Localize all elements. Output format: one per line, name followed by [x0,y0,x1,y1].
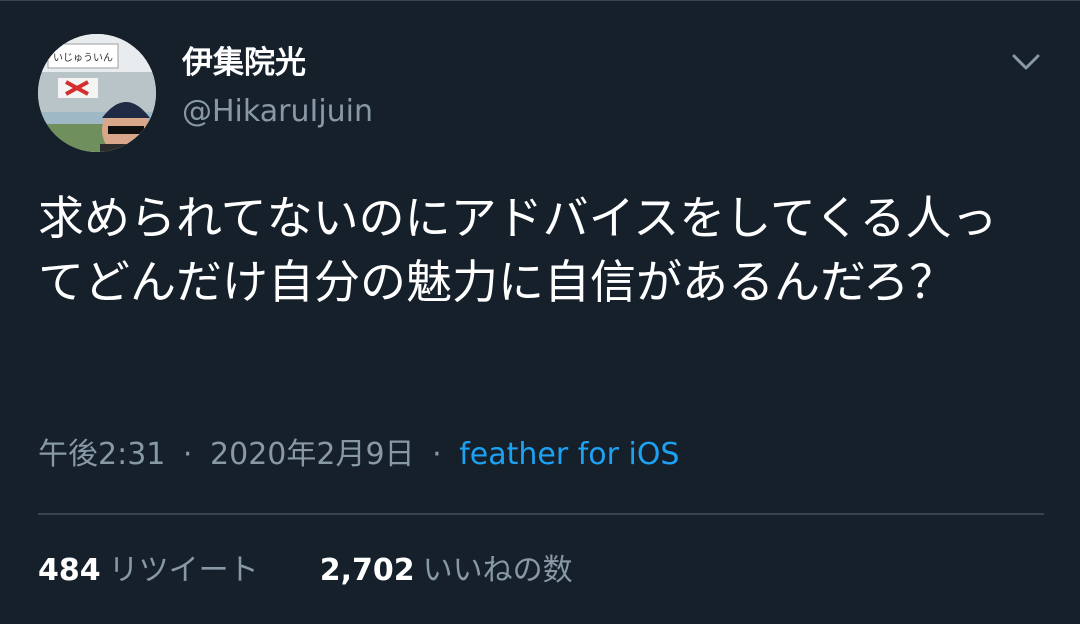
top-divider [0,0,1080,1]
avatar-sign-text: いじゅういん [53,52,113,64]
likes-stat[interactable]: 2,702 いいねの数 [320,553,573,588]
retweets-stat[interactable]: 484 リツイート [38,553,268,588]
meta-separator: · [182,437,193,472]
tweet-source-link[interactable]: feather for iOS [459,437,679,472]
user-handle[interactable]: @HikaruIjuin [182,90,373,134]
tweet-text: 求められてないのにアドバイスをしてくる人ってどんだけ自分の魅力に自信があるんだろ… [38,191,998,309]
tweet-time: 午後2:31 [38,437,166,472]
tweet-stats: 484 リツイート 2,702 いいねの数 [38,548,573,594]
chevron-down-icon [1012,54,1040,70]
stats-divider [38,513,1044,515]
tweet-date: 2020年2月9日 [210,437,415,472]
retweets-count: 484 [38,553,101,588]
more-options-button[interactable] [1006,44,1046,80]
meta-separator: · [432,437,442,472]
avatar-photo-icon: いじゅういん [38,34,156,152]
likes-label: いいねの数 [422,553,573,588]
tweet-meta: 午後2:31 · 2020年2月9日 · feather for iOS [38,432,679,478]
avatar[interactable]: いじゅういん [38,34,156,152]
retweets-label: リツイート [108,553,259,588]
likes-count: 2,702 [319,553,415,588]
display-name[interactable]: 伊集院光 [182,40,306,86]
